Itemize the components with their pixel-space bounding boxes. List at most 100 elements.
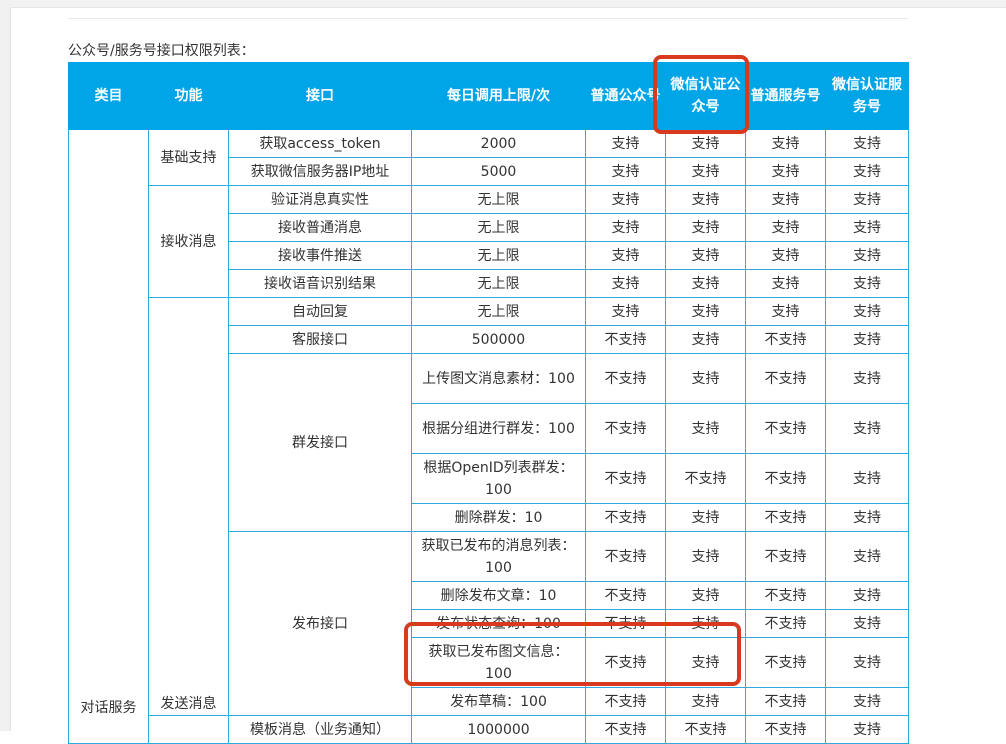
support-cell: 支持 [745, 241, 826, 270]
support-cell: 不支持 [745, 325, 826, 354]
support-cell: 不支持 [585, 687, 666, 716]
support-cell: 支持 [825, 637, 909, 688]
support-cell: 支持 [665, 325, 746, 354]
support-cell: 支持 [585, 157, 666, 186]
header-category: 类目 [68, 62, 149, 130]
top-bar [10, 0, 1006, 7]
limit-cell: 无上限 [411, 269, 586, 298]
support-cell: 不支持 [745, 637, 826, 688]
support-cell: 不支持 [745, 403, 826, 454]
header-api: 接口 [228, 62, 412, 130]
support-cell: 不支持 [585, 531, 666, 582]
support-cell: 支持 [825, 241, 909, 270]
support-cell: 支持 [825, 453, 909, 504]
gutter-border [10, 0, 11, 731]
limit-cell: 1000000 [411, 715, 586, 744]
support-cell: 不支持 [745, 453, 826, 504]
support-cell: 支持 [825, 715, 909, 744]
support-cell: 支持 [665, 581, 746, 610]
limit-cell: 获取已发布的消息列表：100 [411, 531, 586, 582]
function-cell: 基础支持 [148, 129, 229, 186]
header-verified-service: 微信认证服务号 [825, 62, 909, 130]
api-cell: 获取微信服务器IP地址 [228, 157, 412, 186]
support-cell: 支持 [825, 609, 909, 638]
support-cell: 不支持 [745, 581, 826, 610]
table-caption: 公众号/服务号接口权限列表： [68, 43, 255, 59]
function-cell-blank [148, 715, 229, 744]
table-row: 发送消息 自动回复 无上限 支持 支持 支持 支持 [69, 297, 909, 716]
api-cell: 获取access_token [228, 129, 412, 158]
table-header-row: 类目 功能 接口 每日调用上限/次 普通公众号 微信认证公众号 普通服务号 微信… [68, 62, 909, 130]
table-row: 对话服务 基础支持 获取access_token 2000 支持 支持 支持 支… [68, 129, 909, 744]
support-cell: 支持 [825, 687, 909, 716]
limit-cell: 无上限 [411, 213, 586, 242]
support-cell: 不支持 [665, 715, 746, 744]
function-cell: 接收消息 [148, 185, 229, 298]
section-divider [68, 18, 908, 19]
limit-cell: 删除群发：10 [411, 503, 586, 532]
support-cell: 支持 [585, 185, 666, 214]
support-cell: 支持 [745, 185, 826, 214]
table-row: 接收消息 验证消息真实性 无上限 支持 支持 支持 支持 [69, 185, 909, 298]
support-cell: 支持 [585, 269, 666, 298]
support-cell: 支持 [745, 297, 826, 326]
support-cell: 支持 [665, 241, 746, 270]
support-cell: 支持 [825, 403, 909, 454]
support-cell: 支持 [665, 503, 746, 532]
support-cell: 支持 [585, 297, 666, 326]
header-function: 功能 [148, 62, 229, 130]
support-cell: 支持 [825, 129, 909, 158]
support-cell: 支持 [825, 297, 909, 326]
support-cell: 支持 [825, 269, 909, 298]
header-daily-limit: 每日调用上限/次 [411, 62, 586, 130]
api-cell: 模板消息（业务通知） [228, 715, 412, 744]
support-cell: 支持 [745, 157, 826, 186]
limit-cell: 无上限 [411, 241, 586, 270]
highlight-published-article-row [404, 622, 741, 686]
support-cell: 不支持 [585, 581, 666, 610]
function-cell: 发送消息 [148, 297, 229, 716]
api-cell: 自动回复 [228, 297, 412, 326]
support-cell: 支持 [825, 185, 909, 214]
api-cell: 接收语音识别结果 [228, 269, 412, 298]
api-cell: 接收普通消息 [228, 213, 412, 242]
limit-cell: 无上限 [411, 297, 586, 326]
table-row: 模板消息（业务通知） 1000000 不支持 不支持 不支持 支持 [69, 715, 909, 744]
limit-cell: 无上限 [411, 185, 586, 214]
limit-cell: 500000 [411, 325, 586, 354]
support-cell: 不支持 [665, 453, 746, 504]
support-cell: 不支持 [745, 353, 826, 404]
support-cell: 不支持 [745, 687, 826, 716]
api-cell: 接收事件推送 [228, 241, 412, 270]
support-cell: 支持 [825, 531, 909, 582]
support-cell: 支持 [745, 213, 826, 242]
support-cell: 不支持 [585, 325, 666, 354]
support-cell: 不支持 [585, 453, 666, 504]
top-bar-border [10, 7, 1006, 8]
support-cell: 支持 [585, 241, 666, 270]
limit-cell: 5000 [411, 157, 586, 186]
support-cell: 支持 [665, 297, 746, 326]
header-regular-service: 普通服务号 [745, 62, 826, 130]
support-cell: 不支持 [745, 715, 826, 744]
support-cell: 支持 [745, 129, 826, 158]
support-cell: 支持 [665, 185, 746, 214]
left-gutter [0, 0, 10, 731]
api-cell: 验证消息真实性 [228, 185, 412, 214]
support-cell: 支持 [825, 157, 909, 186]
support-cell: 不支持 [745, 531, 826, 582]
support-cell: 支持 [585, 213, 666, 242]
support-cell: 不支持 [585, 353, 666, 404]
api-cell: 群发接口 [228, 353, 412, 532]
support-cell: 不支持 [585, 503, 666, 532]
support-cell: 支持 [825, 353, 909, 404]
support-cell: 支持 [665, 687, 746, 716]
support-cell: 支持 [745, 269, 826, 298]
limit-cell: 根据分组进行群发：100 [411, 403, 586, 454]
support-cell: 支持 [825, 325, 909, 354]
support-cell: 不支持 [745, 503, 826, 532]
support-cell: 支持 [665, 531, 746, 582]
support-cell: 支持 [665, 157, 746, 186]
support-cell: 不支持 [585, 715, 666, 744]
highlight-verified-subscription-header [653, 55, 749, 134]
